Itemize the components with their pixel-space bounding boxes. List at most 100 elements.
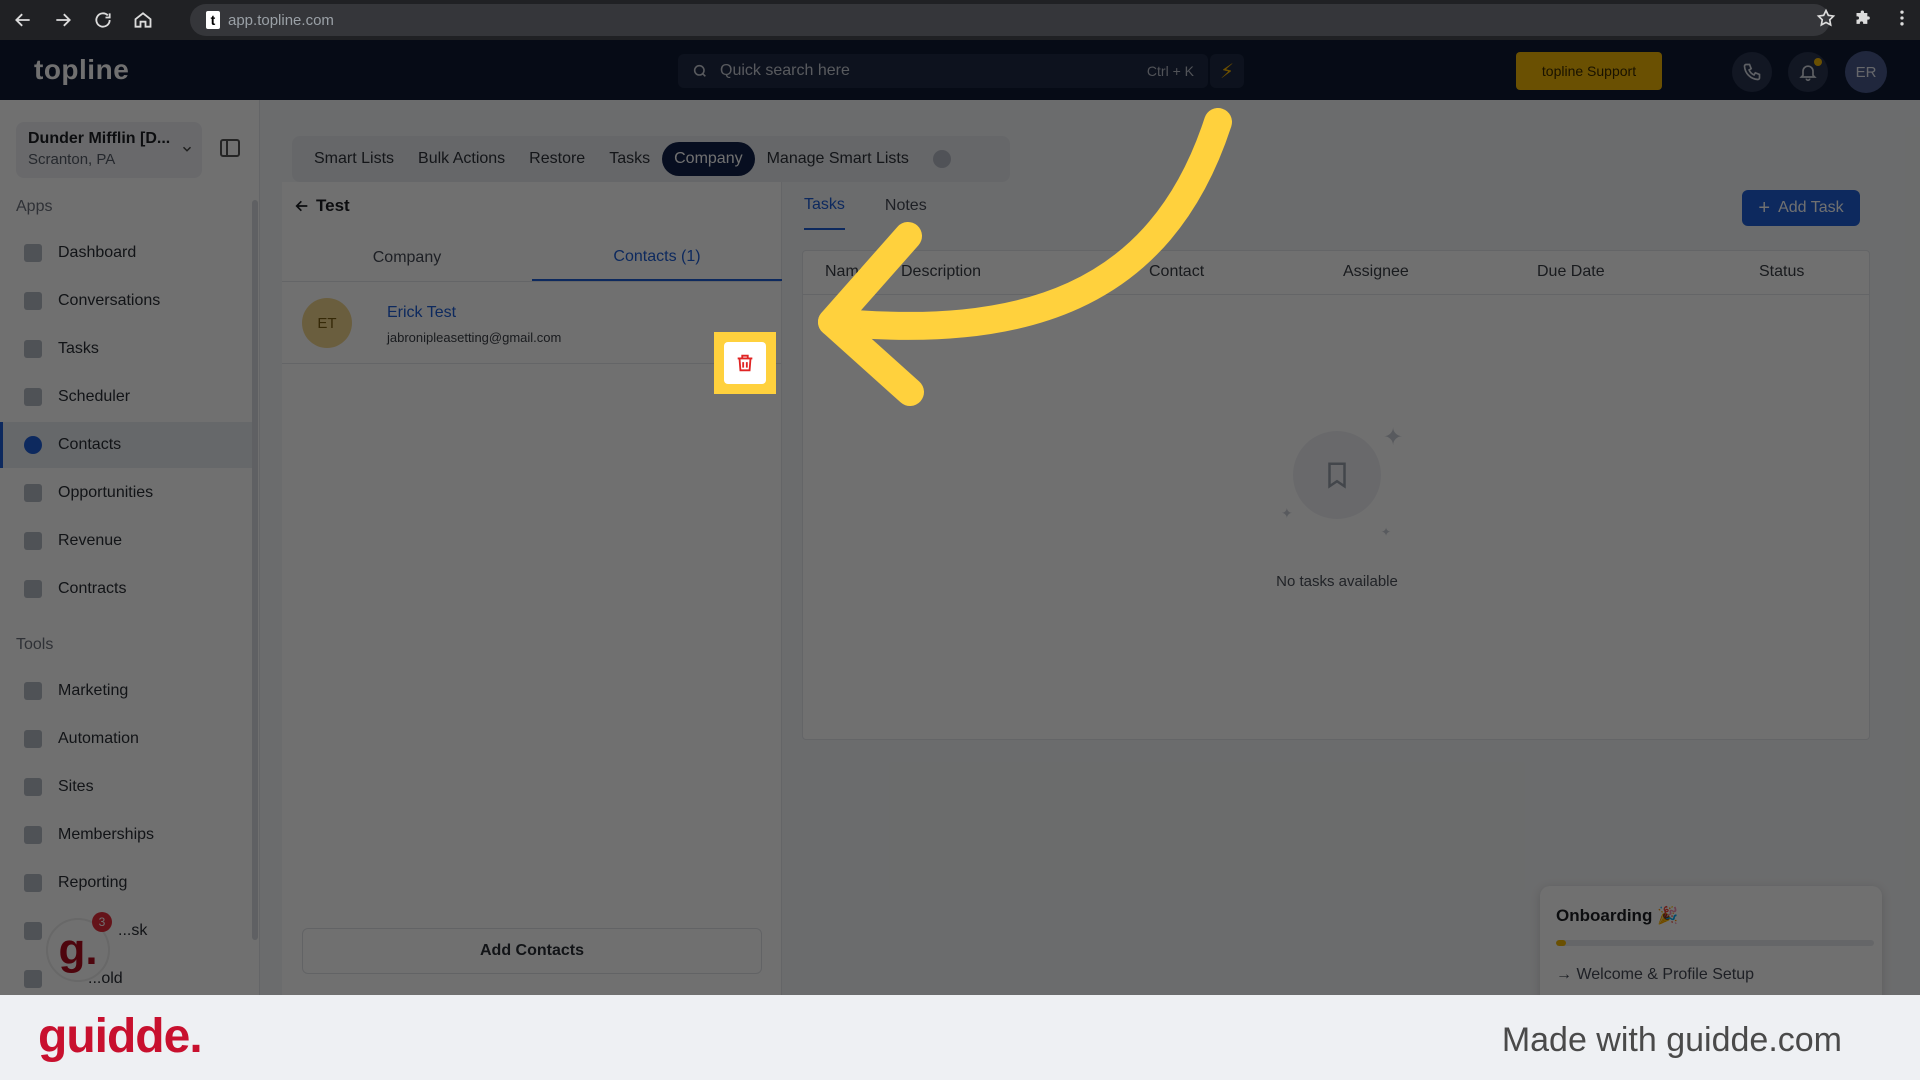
chevron-down-icon (182, 146, 192, 152)
contacts-top-tabs: Smart Lists Bulk Actions Restore Tasks C… (292, 136, 1010, 182)
sidebar-item-memberships[interactable]: Memberships (0, 812, 252, 858)
back-link[interactable]: Test (294, 196, 350, 216)
contact-list-item[interactable]: ET Erick Test jabronipleasetting@gmail.c… (282, 282, 782, 364)
sidebar-item-other[interactable]: ...old (0, 956, 252, 995)
user-avatar[interactable]: ER (1845, 51, 1887, 93)
sidebar-item-label: Memberships (58, 826, 155, 843)
automation-gears-icon (24, 730, 42, 748)
tab-manage-smart-lists[interactable]: Manage Smart Lists (755, 142, 921, 176)
tab-contacts[interactable]: Contacts (1) (532, 234, 782, 281)
sidebar-item-contacts[interactable]: Contacts (0, 422, 252, 468)
url-text: app.topline.com (228, 11, 334, 29)
column-header-status[interactable]: Status (1759, 263, 1804, 281)
sidebar-item-sites[interactable]: Sites (0, 764, 252, 810)
guidde-count-badge: 3 (92, 912, 112, 932)
help-icon (24, 922, 42, 940)
tab-tasks[interactable]: Tasks (597, 142, 662, 176)
contracts-doc-icon (24, 580, 42, 598)
column-header-contact[interactable]: Contact (1149, 263, 1204, 281)
add-task-button[interactable]: + Add Task (1742, 190, 1860, 226)
delete-contact-button[interactable] (724, 342, 766, 384)
guidde-logo: guidde. (38, 1010, 203, 1063)
gear-icon[interactable] (932, 150, 951, 168)
search-shortcut: Ctrl + K (1146, 63, 1194, 79)
search-icon (693, 64, 706, 77)
tab-notes[interactable]: Notes (885, 182, 927, 230)
tab-company[interactable]: Company (662, 142, 755, 176)
contact-name-link[interactable]: Erick Test (387, 304, 456, 322)
sidebar-item-marketing[interactable]: Marketing (0, 668, 252, 714)
opportunities-icon (24, 484, 42, 502)
tasks-table: Name Description Contact Assignee Due Da… (802, 250, 1870, 740)
tasks-icon (24, 340, 42, 358)
location-name: Dunder Mifflin [D... (28, 130, 171, 147)
sidebar-item-scheduler[interactable]: Scheduler (0, 374, 252, 420)
tab-bulk-actions[interactable]: Bulk Actions (406, 142, 517, 176)
contact-avatar: ET (302, 298, 352, 348)
sidebar-item-label: Sites (58, 778, 94, 795)
tab-company-details[interactable]: Company (282, 234, 532, 281)
home-icon[interactable] (126, 3, 160, 37)
location-switcher[interactable]: Dunder Mifflin [D... Scranton, PA (16, 122, 202, 178)
notification-dot (1814, 58, 1822, 66)
back-arrow-icon (295, 200, 308, 212)
plus-icon: + (1758, 197, 1771, 219)
extensions-puzzle-icon[interactable] (1854, 8, 1874, 33)
address-bar[interactable]: t app.topline.com (190, 4, 1830, 36)
top-navbar: topline Quick search here Ctrl + K ⚡ top… (0, 40, 1920, 100)
memberships-icon (24, 826, 42, 844)
forward-arrow-icon[interactable] (46, 3, 80, 37)
bell-icon[interactable] (1788, 52, 1828, 92)
phone-icon[interactable] (1732, 52, 1772, 92)
support-button[interactable]: topline Support (1516, 52, 1662, 90)
sidebar-item-opportunities[interactable]: Opportunities (0, 470, 252, 516)
tasks-notes-tabs: Tasks Notes (804, 182, 967, 230)
pie-chart-icon (24, 874, 42, 892)
site-favicon-icon: t (206, 11, 220, 29)
search-placeholder: Quick search here (720, 62, 850, 79)
dashboard-icon (24, 244, 42, 262)
tab-restore[interactable]: Restore (517, 142, 597, 176)
star-bookmark-icon[interactable] (1816, 8, 1836, 33)
location-sub: Scranton, PA (28, 151, 116, 168)
reload-icon[interactable] (86, 3, 120, 37)
tab-tasks-panel[interactable]: Tasks (804, 182, 845, 230)
lightning-icon[interactable]: ⚡ (1210, 54, 1244, 88)
sidebar-item-conversations[interactable]: Conversations (0, 278, 252, 324)
column-header-assignee[interactable]: Assignee (1343, 263, 1409, 281)
column-header-description[interactable]: Description (901, 263, 981, 281)
sidebar-item-label: Automation (58, 730, 139, 747)
sidebar-item-automation[interactable]: Automation (0, 716, 252, 762)
app-logo[interactable]: topline (34, 54, 129, 86)
sidebar-item-helpdesk[interactable]: ...sk (0, 908, 252, 954)
sidebar-item-contracts[interactable]: Contracts (0, 566, 252, 612)
add-contacts-button[interactable]: Add Contacts (302, 928, 762, 974)
trash-icon (737, 354, 753, 372)
onboarding-title-text: Onboarding (1556, 906, 1653, 925)
back-arrow-icon[interactable] (6, 3, 40, 37)
sidebar-scrollbar[interactable] (252, 200, 258, 940)
sidebar-item-reporting[interactable]: Reporting (0, 860, 252, 906)
sidebar-item-revenue[interactable]: Revenue (0, 518, 252, 564)
sidebar-item-tasks[interactable]: Tasks (0, 326, 252, 372)
browser-menu-icon[interactable] (1892, 8, 1912, 33)
sidebar-item-dashboard[interactable]: Dashboard (0, 230, 252, 276)
sidebar-item-label: Dashboard (58, 244, 137, 261)
calendar-icon (24, 388, 42, 406)
tab-smart-lists[interactable]: Smart Lists (302, 142, 406, 176)
tasks-notes-panel: Tasks Notes + Add Task Name Description … (784, 182, 1884, 995)
column-header-name[interactable]: Name (825, 263, 868, 281)
sparkle-icon: ✦ (1383, 424, 1404, 451)
quick-search-input[interactable]: Quick search here Ctrl + K (678, 54, 1208, 88)
delete-highlight-frame (714, 332, 776, 394)
column-header-due-date[interactable]: Due Date (1537, 263, 1605, 281)
contact-email: jabronipleasetting@gmail.com (387, 330, 562, 345)
sidebar-item-label: Tasks (58, 340, 99, 357)
onboarding-step-label: Welcome & Profile Setup (1576, 966, 1755, 983)
sparkle-icon: ✦ (1381, 525, 1392, 539)
sidebar-collapse-icon[interactable] (218, 136, 242, 160)
apps-section-label: Apps (16, 198, 53, 215)
company-sub-tabs: Company Contacts (1) (282, 234, 782, 282)
onboarding-widget[interactable]: Onboarding 🎉 → Welcome & Profile Setup (1540, 886, 1882, 995)
onboarding-step[interactable]: → Welcome & Profile Setup (1556, 966, 1866, 984)
